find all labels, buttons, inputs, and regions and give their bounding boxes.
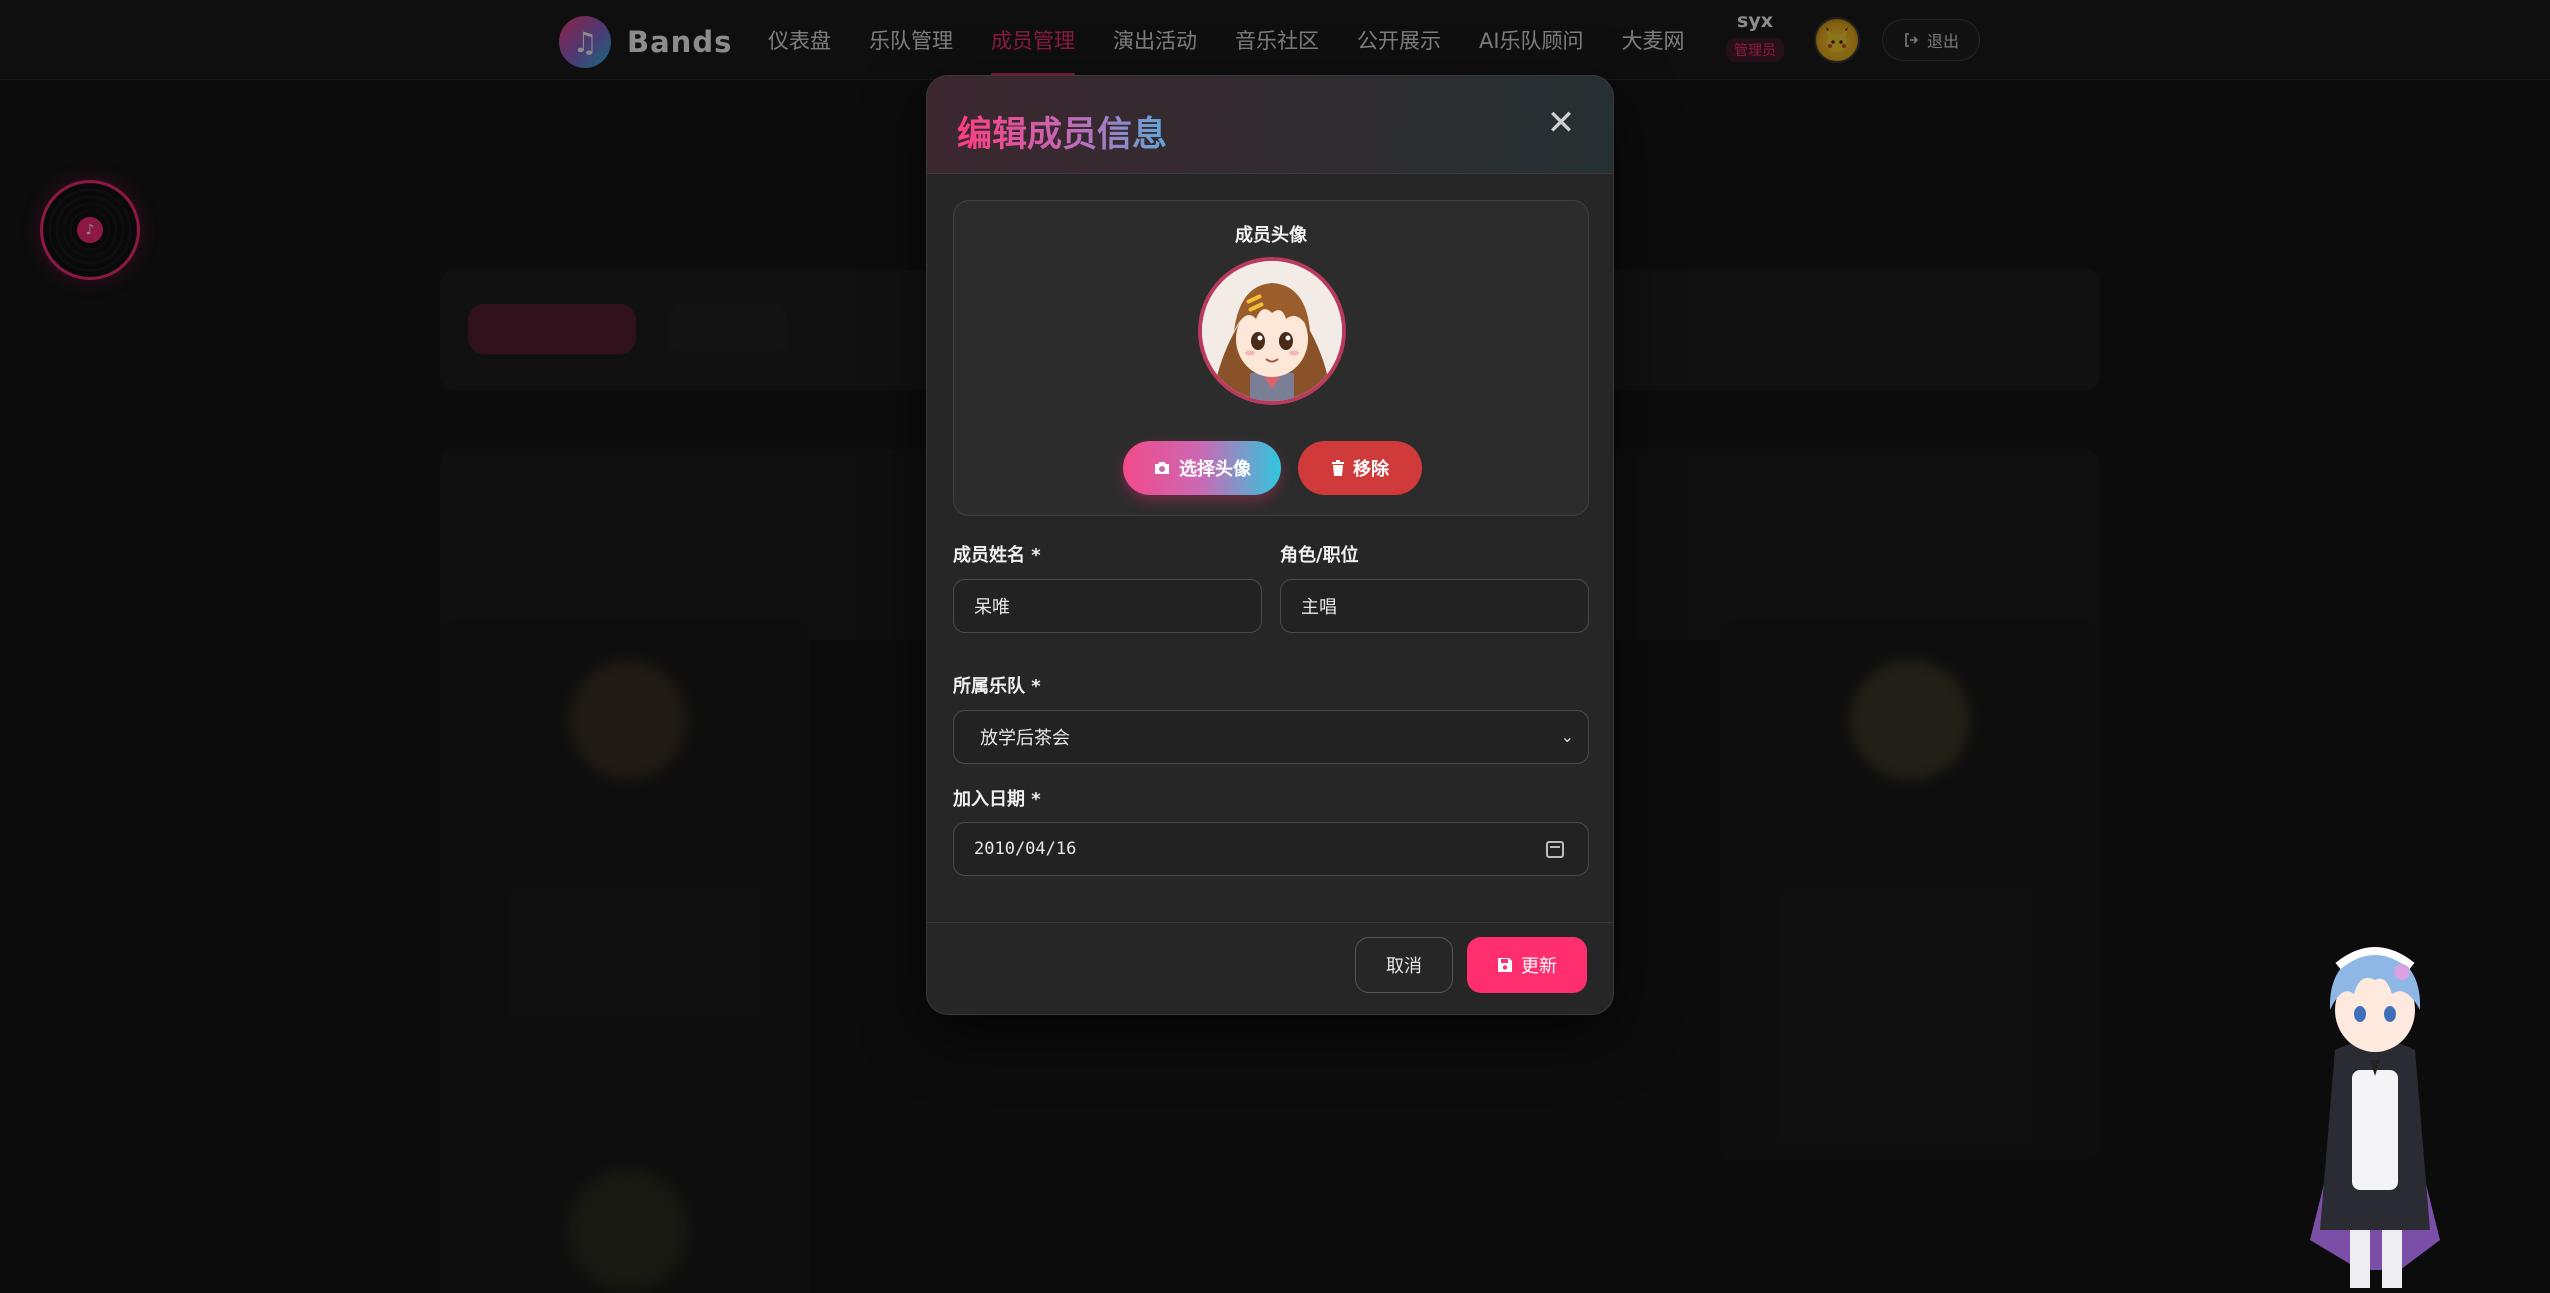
role-field-label: 角色/职位: [1280, 545, 1359, 566]
chevron-down-icon: ⌄: [1560, 727, 1574, 746]
band-field-label: 所属乐队 *: [953, 676, 1041, 697]
calendar-icon[interactable]: [1546, 841, 1564, 858]
camera-icon: [1155, 462, 1169, 474]
band-select[interactable]: 放学后茶会 ⌄: [953, 710, 1589, 764]
join-date-value: 2010/04/16: [974, 839, 1077, 859]
anime-girl-avatar-icon: [1202, 261, 1342, 401]
join-date-input[interactable]: 2010/04/16: [953, 822, 1589, 876]
member-avatar: [1198, 257, 1346, 405]
modal-header: 编辑成员信息 ✕: [927, 76, 1613, 174]
save-icon: [1498, 958, 1512, 972]
update-label: 更新: [1521, 956, 1557, 977]
edit-member-modal: 编辑成员信息 ✕ 成员头像 选择头像 移除 成员姓名 * 呆唯 角色/职位 主唱…: [926, 75, 1614, 1015]
join-date-label: 加入日期 *: [953, 789, 1041, 810]
update-button[interactable]: 更新: [1467, 937, 1587, 993]
cancel-button[interactable]: 取消: [1355, 937, 1453, 993]
choose-avatar-button[interactable]: 选择头像: [1123, 441, 1281, 495]
mascot-character[interactable]: [2290, 900, 2460, 1290]
member-role-value: 主唱: [1301, 597, 1337, 618]
choose-avatar-label: 选择头像: [1179, 459, 1251, 480]
member-name-input[interactable]: 呆唯: [953, 579, 1262, 633]
band-select-value: 放学后茶会: [980, 728, 1070, 749]
avatar-section-label: 成员头像: [1235, 225, 1307, 246]
avatar-section: 成员头像 选择头像 移除: [953, 200, 1589, 516]
modal-title: 编辑成员信息: [957, 106, 1167, 157]
trash-icon: [1332, 460, 1344, 476]
member-name-value: 呆唯: [974, 597, 1010, 618]
close-icon[interactable]: ✕: [1545, 106, 1577, 140]
name-field-label: 成员姓名 *: [953, 545, 1041, 566]
remove-avatar-button[interactable]: 移除: [1298, 441, 1422, 495]
modal-footer: 取消 更新: [927, 922, 1613, 1014]
member-role-input[interactable]: 主唱: [1280, 579, 1589, 633]
remove-avatar-label: 移除: [1353, 459, 1389, 480]
